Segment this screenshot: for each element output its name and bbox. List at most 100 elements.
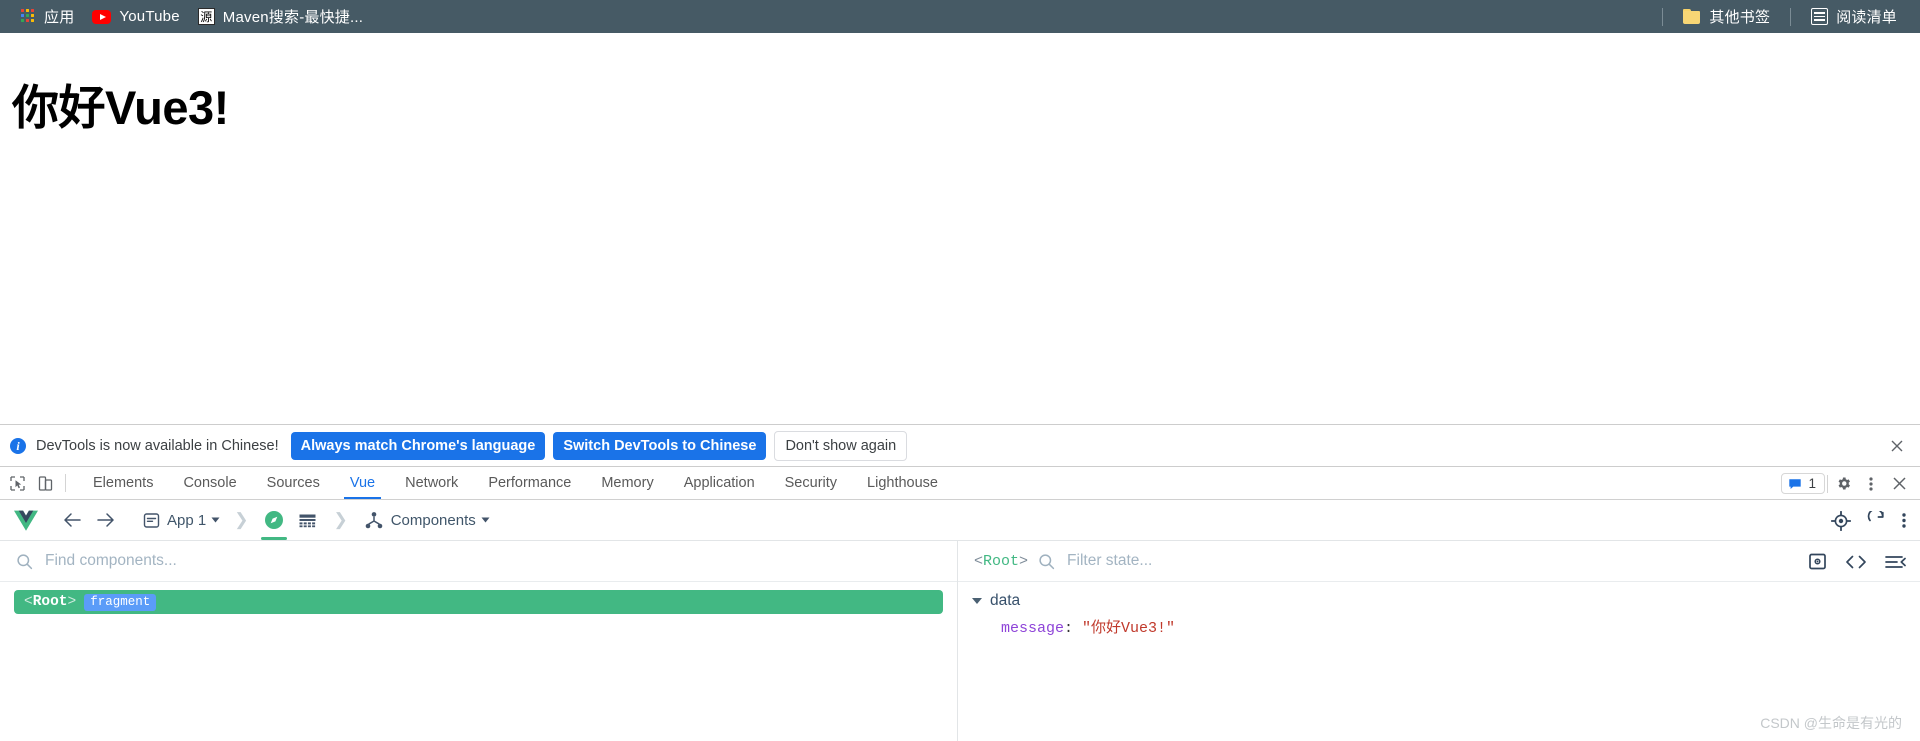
- issues-message-icon: [1788, 477, 1802, 491]
- refresh-icon[interactable]: [1867, 511, 1886, 530]
- find-components-input[interactable]: [43, 551, 941, 571]
- search-icon: [1038, 553, 1055, 570]
- dont-show-again-button[interactable]: Don't show again: [774, 430, 908, 461]
- other-bookmarks-button[interactable]: 其他书签: [1674, 3, 1779, 30]
- fragment-badge: fragment: [84, 593, 157, 611]
- tab-network[interactable]: Network: [390, 467, 473, 499]
- state-property-value: "你好Vue3!": [1082, 620, 1176, 637]
- info-icon: i: [10, 437, 26, 454]
- devtools-tool-icons: [0, 467, 65, 499]
- reading-list-icon: [1811, 8, 1829, 25]
- bookmark-apps[interactable]: 应用: [12, 3, 83, 30]
- tree-node-root[interactable]: <Root> fragment: [14, 590, 943, 614]
- app-document-icon: [143, 512, 160, 529]
- search-icon: [16, 553, 33, 570]
- tab-elements[interactable]: Elements: [78, 467, 168, 499]
- forward-button[interactable]: [89, 500, 122, 540]
- code-brackets-icon[interactable]: [1845, 554, 1867, 570]
- compass-icon: [264, 510, 284, 530]
- kebab-menu-icon[interactable]: [1902, 512, 1906, 529]
- gear-icon[interactable]: [1830, 471, 1856, 497]
- reading-list-button[interactable]: 阅读清单: [1802, 3, 1906, 30]
- inspect-preview-icon[interactable]: [1808, 552, 1827, 571]
- view-selector-label: Components: [390, 511, 476, 529]
- tab-console[interactable]: Console: [168, 467, 251, 499]
- device-toolbar-icon[interactable]: [37, 475, 54, 492]
- apps-grid-icon: [21, 9, 36, 24]
- watermark: CSDN @生命是有光的: [1760, 715, 1902, 731]
- target-crosshair-icon[interactable]: [1831, 510, 1851, 531]
- component-tree-list: <Root> fragment: [0, 582, 957, 614]
- vue-toolbar-actions: [1831, 500, 1906, 541]
- kebab-menu-icon[interactable]: [1858, 471, 1884, 497]
- find-components-bar: [0, 541, 957, 582]
- tab-lighthouse[interactable]: Lighthouse: [852, 467, 953, 499]
- state-group-data[interactable]: data: [972, 592, 1920, 610]
- notification-message: DevTools is now available in Chinese!: [36, 437, 279, 454]
- vue-logo-icon: [14, 510, 38, 531]
- tab-application[interactable]: Application: [669, 467, 770, 499]
- bookmarks-bar-right: 其他书签 阅读清单: [1653, 0, 1906, 33]
- tab-vue[interactable]: Vue: [335, 467, 390, 499]
- bookmark-maven[interactable]: 源 Maven搜索-最快捷...: [189, 3, 372, 30]
- component-tree-pane: <Root> fragment: [0, 541, 958, 741]
- bookmark-youtube-label: YouTube: [119, 8, 180, 25]
- divider: [1662, 7, 1664, 26]
- switch-devtools-language-button[interactable]: Switch DevTools to Chinese: [553, 431, 767, 460]
- other-bookmarks-label: 其他书签: [1709, 9, 1771, 26]
- devtools-tabbar: Elements Console Sources Vue Network Per…: [0, 467, 1920, 500]
- chevron-down-icon: [972, 598, 982, 604]
- devtools-language-notification: i DevTools is now available in Chinese! …: [0, 424, 1920, 467]
- folder-icon: [1683, 9, 1701, 24]
- app-selector-label: App 1: [167, 511, 207, 529]
- issues-badge[interactable]: 1: [1781, 473, 1825, 494]
- filter-state-input[interactable]: [1065, 551, 1904, 571]
- close-icon[interactable]: [1886, 471, 1912, 497]
- always-match-language-button[interactable]: Always match Chrome's language: [290, 431, 546, 460]
- selected-component-label: <Root>: [974, 552, 1029, 570]
- divider: [1790, 7, 1792, 26]
- divider: [1827, 474, 1828, 493]
- state-property-key: message: [1001, 620, 1065, 637]
- devtools-tabs: Elements Console Sources Vue Network Per…: [66, 467, 953, 499]
- reading-list-label: 阅读清单: [1836, 9, 1897, 26]
- state-property-separator: :: [1064, 620, 1074, 637]
- bookmarks-bar: 应用 YouTube 源 Maven搜索-最快捷... 其他书签 阅读清单: [0, 0, 1920, 33]
- collapse-all-icon[interactable]: [1885, 554, 1906, 570]
- inspect-element-icon[interactable]: [9, 475, 26, 492]
- tab-performance[interactable]: Performance: [473, 467, 586, 499]
- components-tree-icon: [364, 511, 384, 530]
- tab-sources[interactable]: Sources: [252, 467, 335, 499]
- issues-count: 1: [1808, 476, 1816, 491]
- maven-favicon: 源: [197, 8, 215, 25]
- back-button[interactable]: [56, 500, 89, 540]
- state-inspector-header: <Root>: [958, 541, 1920, 582]
- breadcrumb-separator-icon: ❯: [234, 510, 249, 529]
- state-inspector-actions: [1808, 541, 1906, 582]
- route-view-button[interactable]: [257, 500, 291, 540]
- state-property-message[interactable]: message: "你好Vue3!": [972, 616, 1920, 637]
- bookmark-maven-label: Maven搜索-最快捷...: [222, 9, 364, 26]
- chevron-down-icon: [211, 517, 220, 523]
- bookmark-youtube[interactable]: YouTube: [83, 5, 188, 28]
- youtube-icon: [92, 9, 112, 24]
- chevron-down-icon: [481, 517, 490, 523]
- page-title: 你好Vue3!: [12, 81, 229, 134]
- view-selector[interactable]: Components: [357, 500, 495, 540]
- bookmark-apps-label: 应用: [44, 9, 75, 26]
- state-inspector-pane: <Root> Filter state... data message: "你好…: [958, 541, 1920, 741]
- breadcrumb-separator-icon: ❯: [333, 510, 348, 529]
- app-selector[interactable]: App 1: [136, 500, 225, 540]
- close-icon[interactable]: [1890, 439, 1904, 453]
- page-viewport: 你好Vue3!: [0, 33, 1920, 424]
- tab-memory[interactable]: Memory: [586, 467, 668, 499]
- tab-security[interactable]: Security: [770, 467, 852, 499]
- state-tree: data message: "你好Vue3!": [958, 582, 1920, 637]
- grid-rows-button[interactable]: [291, 500, 324, 540]
- vue-devtools-main: <Root> fragment <Root>: [0, 541, 1920, 741]
- state-group-label: data: [990, 592, 1021, 609]
- tree-node-tag: <Root>: [24, 594, 77, 610]
- devtools-tabbar-actions: 1: [1781, 467, 1912, 500]
- grid-rows-icon: [298, 512, 317, 529]
- vue-devtools-toolbar: App 1 ❯ ❯ Components: [0, 500, 1920, 541]
